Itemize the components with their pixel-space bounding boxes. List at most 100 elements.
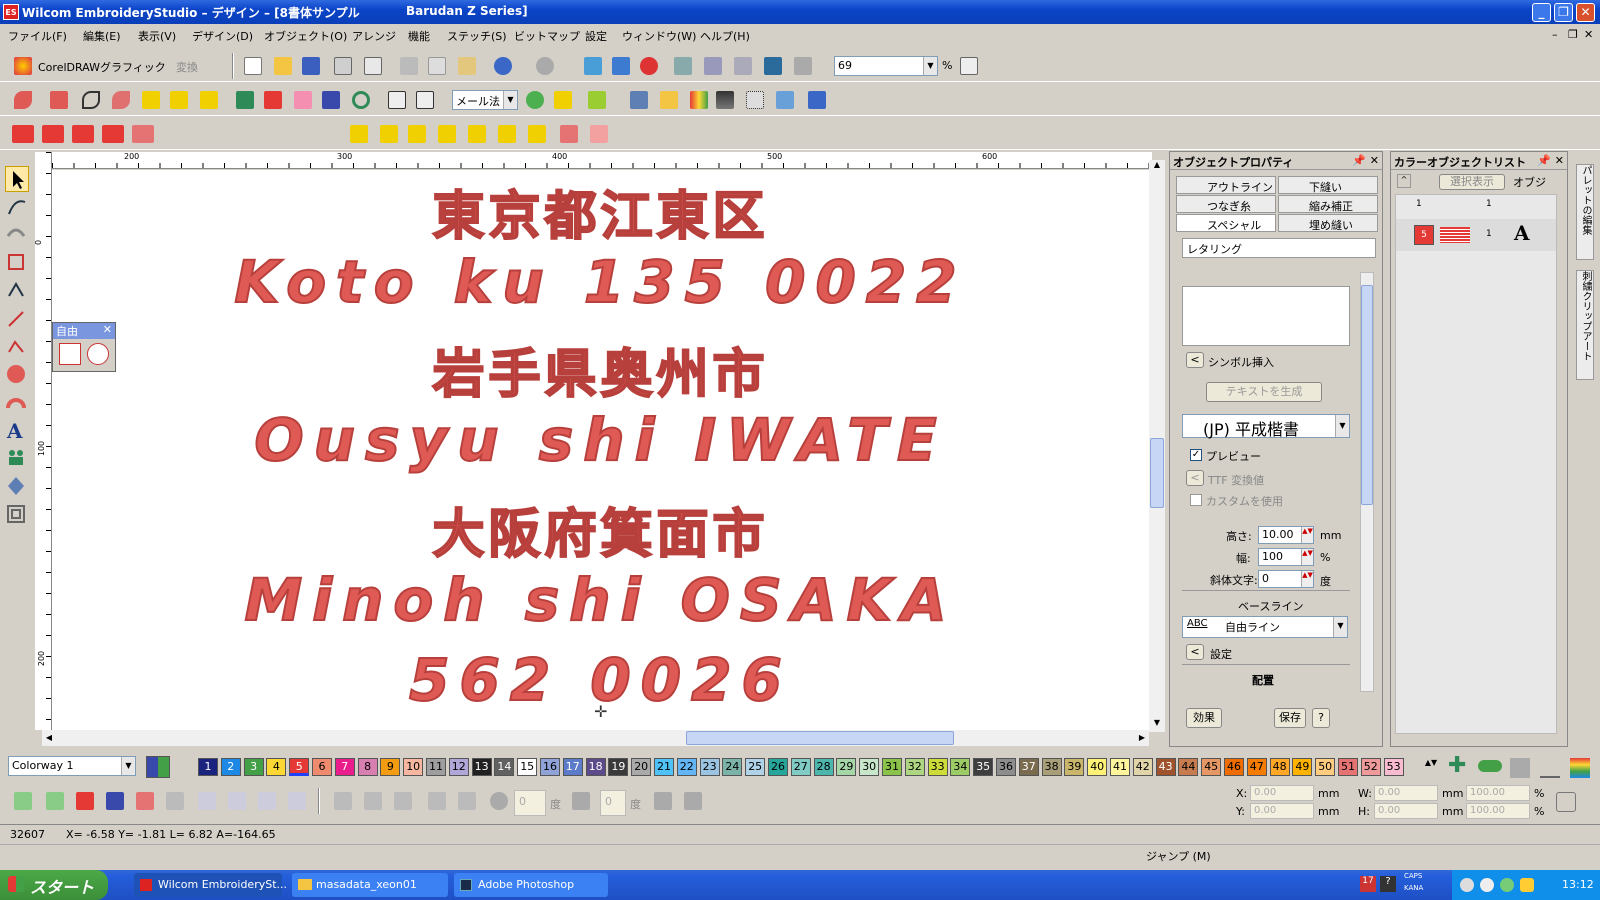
fill-tool-icon[interactable] <box>46 87 72 113</box>
color-swatch[interactable]: 32 <box>904 758 925 776</box>
embroidery-text-line[interactable]: 岩手県奥州市 <box>52 332 1149 407</box>
new-file-icon[interactable] <box>240 53 266 79</box>
color-swatch[interactable]: 41 <box>1110 758 1130 776</box>
crop-icon[interactable] <box>59 343 81 365</box>
mdi-minimize-icon[interactable]: – <box>1552 28 1558 41</box>
list-item[interactable]: 5 1 A <box>1396 219 1556 251</box>
collapse-icon[interactable]: ^ <box>1397 174 1411 188</box>
cut-icon[interactable] <box>396 53 422 79</box>
task-photoshop[interactable]: Adobe Photoshop <box>454 873 608 897</box>
tab-clipart[interactable]: 刺繍クリップアート <box>1576 270 1594 380</box>
stitch-tool2-icon[interactable] <box>42 788 68 814</box>
sequence-icon[interactable] <box>772 87 798 113</box>
color-swatch[interactable]: 25 <box>745 758 766 776</box>
chevron-down-icon[interactable]: ▼ <box>1335 415 1349 437</box>
tray-app-icon[interactable] <box>1520 878 1534 892</box>
peak-icon[interactable] <box>556 121 582 147</box>
color-swatch[interactable]: 39 <box>1064 758 1085 776</box>
settings-chevron-icon[interactable]: < <box>1186 644 1204 660</box>
chevron-down-icon[interactable]: ▼ <box>121 757 135 775</box>
h-percent-input[interactable]: 100.00 <box>1466 803 1530 819</box>
width-input[interactable]: 100 ▲▼ <box>1258 548 1314 566</box>
tab-fill-stitch[interactable]: 埋め縫い <box>1278 214 1378 232</box>
palette-scroll-icon[interactable]: ▲▼ <box>1424 758 1438 778</box>
embroidery-text-line[interactable]: Minoh shi OSAKA <box>52 565 1149 635</box>
ime-icon[interactable]: 17 <box>1360 876 1376 892</box>
insert-symbol-label[interactable]: シンボル挿入 <box>1208 354 1274 370</box>
color-swatch[interactable]: 50 <box>1315 758 1336 776</box>
generate-text-button[interactable]: テキストを生成 <box>1206 382 1322 402</box>
color-swatch[interactable]: 33 <box>927 758 948 776</box>
mirror-v-icon[interactable] <box>360 788 386 814</box>
baseline-settings-label[interactable]: 設定 <box>1210 646 1232 662</box>
menu-bitmap[interactable]: ビットマップ <box>514 28 580 44</box>
paste-icon[interactable] <box>454 53 480 79</box>
scroll-up-icon[interactable]: ▲ <box>1149 160 1165 174</box>
color-swatch[interactable]: 16 <box>540 758 560 776</box>
travel-1-icon[interactable] <box>284 788 310 814</box>
undo-icon[interactable] <box>490 53 516 79</box>
color-swatch[interactable]: 26 <box>768 758 788 776</box>
w-input[interactable]: 0.00 <box>1374 785 1438 801</box>
design-canvas[interactable]: 東京都江東区 Koto ku 135 0022 岩手県奥州市 Ousyu shi… <box>52 170 1149 730</box>
color-object-list[interactable]: 1 1 5 1 A <box>1395 194 1557 734</box>
coreldraw-icon[interactable] <box>10 53 36 79</box>
effects-button[interactable]: 効果 <box>1186 708 1222 728</box>
grid-icon[interactable] <box>384 87 410 113</box>
color-swatch[interactable]: 6 <box>312 758 332 776</box>
scribble-icon[interactable] <box>586 121 612 147</box>
close-icon[interactable]: ✕ <box>1576 3 1595 22</box>
settings-list-icon[interactable] <box>956 53 982 79</box>
compass-icon[interactable] <box>550 87 576 113</box>
scroll-thumb[interactable] <box>1150 438 1164 508</box>
color-swatch[interactable]: 47 <box>1246 758 1267 776</box>
stitch-tool3-icon[interactable] <box>72 788 98 814</box>
embroidery-text-line[interactable]: Koto ku 135 0022 <box>52 247 1149 317</box>
color-swatch[interactable]: 17 <box>562 758 583 776</box>
close-icon[interactable]: 📌 ✕ <box>1352 154 1379 167</box>
send-machine-icon[interactable] <box>580 53 606 79</box>
color-swatch[interactable]: 15 <box>517 758 538 776</box>
dots-icon[interactable] <box>742 87 768 113</box>
fill-pattern3-icon[interactable] <box>404 121 430 147</box>
color-swatch[interactable]: 52 <box>1360 758 1381 776</box>
circle-icon[interactable] <box>5 362 29 388</box>
help-button[interactable]: ? <box>1312 708 1330 728</box>
align-icon[interactable] <box>650 788 676 814</box>
zoom-combo[interactable]: 69 ▼ <box>834 56 938 76</box>
menu-file[interactable]: ファイル(F) <box>8 28 67 44</box>
color-swatch[interactable]: 49 <box>1292 758 1313 776</box>
menu-arrange[interactable]: アレンジ <box>352 28 396 44</box>
color-bars-icon[interactable] <box>712 87 738 113</box>
fill-pattern6-icon[interactable] <box>494 121 520 147</box>
start-button[interactable]: スタート <box>0 870 108 900</box>
menu-edit[interactable]: 編集(E) <box>83 28 121 44</box>
machine4-icon[interactable] <box>760 53 786 79</box>
help-icon[interactable]: ? <box>1380 876 1396 892</box>
color-swatch[interactable]: 14 <box>494 758 515 776</box>
travel-100-icon[interactable] <box>224 788 250 814</box>
color-swatch[interactable]: 9 <box>380 758 401 776</box>
app-icon[interactable]: ES <box>3 4 19 20</box>
color-swatch[interactable]: 42 <box>1132 758 1153 776</box>
machine3-icon[interactable] <box>730 53 756 79</box>
color-swatch[interactable]: 31 <box>882 758 902 776</box>
tab-connector[interactable]: つなぎ糸 <box>1176 195 1276 213</box>
scroll-left-icon[interactable]: ◀ <box>42 730 56 746</box>
zigzag-icon[interactable] <box>8 121 34 147</box>
scale-icon[interactable] <box>390 788 416 814</box>
color-swatch[interactable]: 7 <box>334 758 355 776</box>
stitch-tool-icon[interactable] <box>10 788 36 814</box>
scroll-thumb[interactable] <box>686 731 954 745</box>
print-icon[interactable] <box>330 53 356 79</box>
tab-palette-edit[interactable]: パレットの編集 <box>1576 164 1594 260</box>
tab-underlay[interactable]: 下縫い <box>1278 176 1378 194</box>
hatch-icon[interactable] <box>128 121 154 147</box>
fill-pattern4-icon[interactable] <box>434 121 460 147</box>
menu-view[interactable]: 表示(V) <box>138 28 176 44</box>
polyline-icon[interactable] <box>5 334 29 360</box>
line-icon[interactable] <box>5 306 29 332</box>
slash-icon[interactable] <box>1540 758 1560 778</box>
chevron-down-icon[interactable]: ▼ <box>923 57 937 75</box>
thread-icon[interactable] <box>636 53 662 79</box>
